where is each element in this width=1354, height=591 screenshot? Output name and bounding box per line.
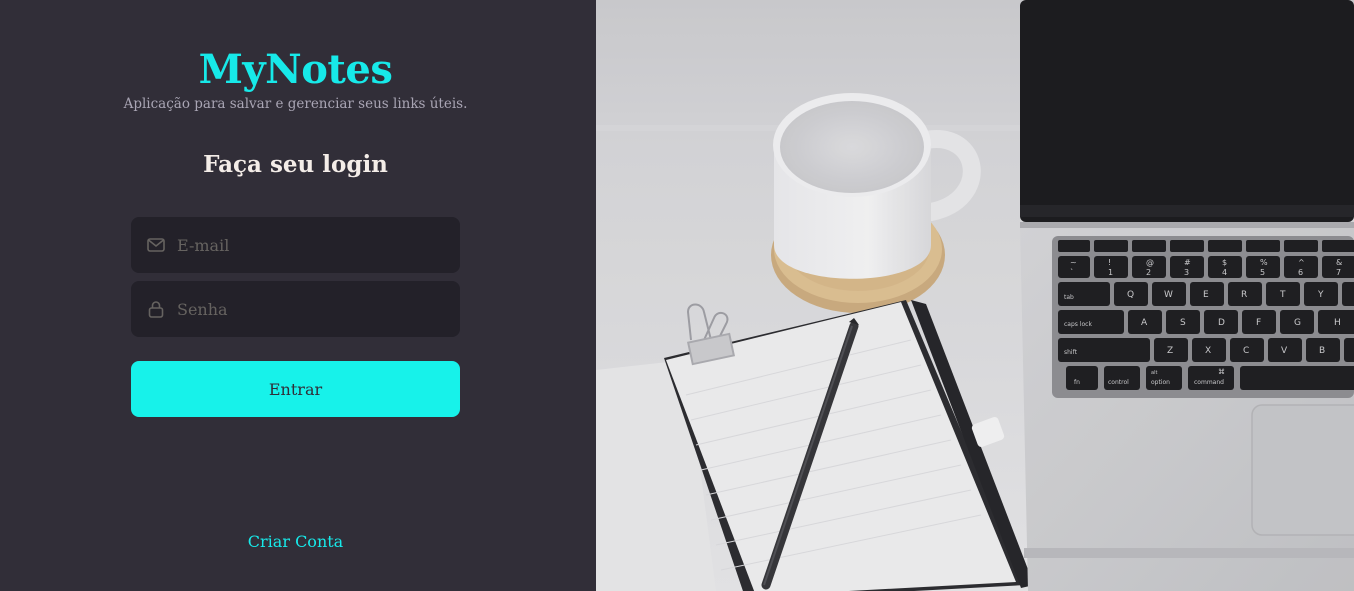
login-form-title: Faça seu login bbox=[203, 151, 388, 178]
login-panel: MyNotes Aplicação para salvar e gerencia… bbox=[0, 0, 596, 591]
app-tagline: Aplicação para salvar e gerenciar seus l… bbox=[123, 96, 468, 112]
password-field[interactable] bbox=[131, 281, 460, 337]
login-page: MyNotes Aplicação para salvar e gerencia… bbox=[0, 0, 1354, 591]
password-input[interactable] bbox=[177, 281, 460, 337]
mail-icon bbox=[147, 236, 165, 254]
hero-image: ~ ! @ # $ % ^ & ` 1 2 3 4 5 6 7 tab Q W … bbox=[596, 0, 1354, 591]
create-account-link[interactable]: Criar Conta bbox=[131, 530, 460, 554]
desk-photo-illustration: ~ ! @ # $ % ^ & ` 1 2 3 4 5 6 7 tab Q W … bbox=[596, 0, 1354, 591]
login-submit-button[interactable]: Entrar bbox=[131, 361, 460, 417]
email-field[interactable] bbox=[131, 217, 460, 273]
email-input[interactable] bbox=[177, 217, 460, 273]
app-logo-title: MyNotes bbox=[198, 46, 393, 93]
lock-icon bbox=[147, 300, 165, 318]
